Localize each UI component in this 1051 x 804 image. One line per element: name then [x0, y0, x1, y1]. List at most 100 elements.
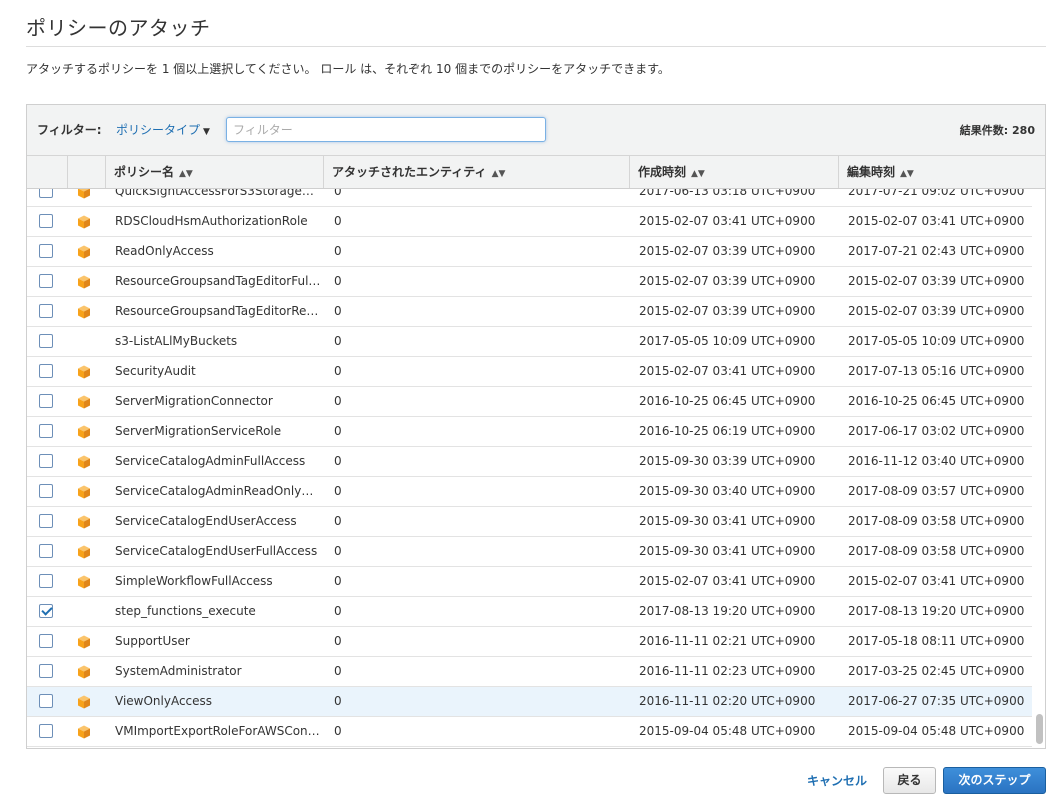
created-time: 2015-02-07 03:39 UTC+0900: [639, 304, 816, 318]
policy-name[interactable]: s3-ListALlMyBuckets: [115, 327, 321, 356]
table-row[interactable]: ServiceCatalogEndUserFullAccess 0 2015-09-…: [27, 537, 1032, 567]
policy-type-dropdown[interactable]: ポリシータイプ ▼: [116, 121, 210, 138]
attached-entities: 0: [334, 634, 342, 648]
table-row[interactable]: ResourceGroupsandTagEditorReadOnlyAccess…: [27, 297, 1032, 327]
column-header-attached-entities[interactable]: アタッチされたエンティティ ▲▼: [323, 156, 629, 188]
table-row[interactable]: SystemAdministrator 0 2016-11-11 02:23 UTC…: [27, 657, 1032, 687]
policy-name[interactable]: VMImportExportRoleForAWSConnector: [115, 717, 321, 746]
aws-cube-icon: [77, 395, 91, 409]
policy-name[interactable]: RDSCloudHsmAuthorizationRole: [115, 207, 321, 236]
table-scrollbar[interactable]: [1034, 189, 1043, 748]
row-checkbox[interactable]: [39, 424, 53, 438]
row-checkbox[interactable]: [39, 214, 53, 228]
aws-cube-icon: [77, 275, 91, 289]
policy-name[interactable]: SupportUser: [115, 627, 321, 656]
attached-entities: 0: [334, 214, 342, 228]
table-row[interactable]: ServerMigrationConnector 0 2016-10-25 06:4…: [27, 387, 1032, 417]
table-body[interactable]: QuickSightAccessForS3StorageManagementAn…: [27, 189, 1045, 748]
created-time: 2017-05-05 10:09 UTC+0900: [639, 334, 816, 348]
row-checkbox[interactable]: [39, 544, 53, 558]
table-row[interactable]: ReadOnlyAccess 0 2015-02-07 03:39 UTC+0900…: [27, 237, 1032, 267]
row-checkbox[interactable]: [39, 274, 53, 288]
row-checkbox[interactable]: [39, 454, 53, 468]
policy-name[interactable]: SimpleWorkflowFullAccess: [115, 567, 321, 596]
row-checkbox[interactable]: [39, 724, 53, 738]
created-time: 2015-09-30 03:40 UTC+0900: [639, 484, 816, 498]
row-checkbox[interactable]: [39, 664, 53, 678]
column-header-edited[interactable]: 編集時刻 ▲▼: [838, 156, 1045, 188]
attached-entities: 0: [334, 724, 342, 738]
policy-name[interactable]: ReadOnlyAccess: [115, 237, 321, 266]
edited-time: 2017-07-21 09:02 UTC+0900: [848, 189, 1025, 198]
policy-name[interactable]: ResourceGroupsandTagEditorReadOnlyAccess: [115, 297, 321, 326]
row-checkbox[interactable]: [39, 334, 53, 348]
policy-name[interactable]: ViewOnlyAccess: [115, 687, 321, 716]
policy-name[interactable]: ServiceCatalogEndUserAccess: [115, 507, 321, 536]
edited-time: 2016-11-12 03:40 UTC+0900: [848, 454, 1025, 468]
aws-cube-icon: [77, 575, 91, 589]
row-checkbox[interactable]: [39, 304, 53, 318]
edited-time: 2017-06-17 03:02 UTC+0900: [848, 424, 1025, 438]
cancel-link[interactable]: キャンセル: [807, 772, 867, 789]
table-row[interactable]: QuickSightAccessForS3StorageManagementAn…: [27, 189, 1032, 207]
row-checkbox[interactable]: [39, 694, 53, 708]
column-header-policy-name[interactable]: ポリシー名 ▲▼: [105, 156, 323, 188]
table-row[interactable]: ServerMigrationServiceRole 0 2016-10-25 06…: [27, 417, 1032, 447]
edited-time: 2015-02-07 03:41 UTC+0900: [848, 574, 1025, 588]
policy-name[interactable]: SecurityAudit: [115, 357, 321, 386]
edited-time: 2017-08-13 19:20 UTC+0900: [848, 604, 1025, 618]
next-step-button[interactable]: 次のステップ: [943, 767, 1046, 794]
column-header-created[interactable]: 作成時刻 ▲▼: [629, 156, 838, 188]
policy-name[interactable]: ResourceGroupsandTagEditorFullAccess: [115, 267, 321, 296]
table-row[interactable]: SupportUser 0 2016-11-11 02:21 UTC+0900 201…: [27, 627, 1032, 657]
created-time: 2017-08-13 19:20 UTC+0900: [639, 604, 816, 618]
page-title: ポリシーのアタッチ: [26, 16, 211, 40]
row-checkbox[interactable]: [39, 604, 53, 618]
sort-icon: ▲▼: [491, 169, 506, 179]
row-checkbox[interactable]: [39, 484, 53, 498]
table-row[interactable]: ResourceGroupsandTagEditorFullAccess 0 201…: [27, 267, 1032, 297]
row-checkbox[interactable]: [39, 189, 53, 198]
row-checkbox[interactable]: [39, 364, 53, 378]
back-button[interactable]: 戻る: [883, 767, 936, 794]
table-row[interactable]: RDSCloudHsmAuthorizationRole 0 2015-02-07 …: [27, 207, 1032, 237]
filter-label: フィルター:: [37, 123, 102, 137]
table-row[interactable]: ServiceCatalogAdminReadOnlyAccess 0 2015-0…: [27, 477, 1032, 507]
row-checkbox[interactable]: [39, 634, 53, 648]
policy-name[interactable]: ServerMigrationConnector: [115, 387, 321, 416]
row-checkbox[interactable]: [39, 574, 53, 588]
policy-name[interactable]: ServiceCatalogEndUserFullAccess: [115, 537, 321, 566]
policy-name[interactable]: SystemAdministrator: [115, 657, 321, 686]
created-time: 2015-02-07 03:41 UTC+0900: [639, 214, 816, 228]
policy-name[interactable]: step_functions_execute: [115, 597, 321, 626]
table-row[interactable]: SecurityAudit 0 2015-02-07 03:41 UTC+0900 2…: [27, 357, 1032, 387]
table-row[interactable]: s3-ListALlMyBuckets 0 2017-05-05 10:09 UTC…: [27, 327, 1032, 357]
table-header: ポリシー名 ▲▼ アタッチされたエンティティ ▲▼ 作成時刻 ▲▼ 編集時刻 ▲▼: [27, 156, 1045, 189]
policy-name[interactable]: ServerMigrationServiceRole: [115, 417, 321, 446]
scrollbar-thumb[interactable]: [1036, 714, 1043, 744]
policy-name[interactable]: ServiceCatalogAdminReadOnlyAccess: [115, 477, 321, 506]
table-row[interactable]: step_functions_execute 0 2017-08-13 19:20 …: [27, 597, 1032, 627]
aws-cube-icon: [77, 725, 91, 739]
row-checkbox[interactable]: [39, 244, 53, 258]
edited-time: 2015-02-07 03:39 UTC+0900: [848, 274, 1025, 288]
table-row[interactable]: ServiceCatalogAdminFullAccess 0 2015-09-30…: [27, 447, 1032, 477]
aws-cube-icon: [77, 365, 91, 379]
edited-time: 2017-08-09 03:57 UTC+0900: [848, 484, 1025, 498]
attached-entities: 0: [334, 424, 342, 438]
row-checkbox[interactable]: [39, 514, 53, 528]
filter-input[interactable]: [226, 117, 546, 142]
policy-type-label: ポリシータイプ: [116, 123, 201, 137]
row-checkbox[interactable]: [39, 394, 53, 408]
policy-name[interactable]: ServiceCatalogAdminFullAccess: [115, 447, 321, 476]
table-row[interactable]: VMImportExportRoleForAWSConnector 0 2015-0…: [27, 717, 1032, 747]
sort-icon: ▲▼: [179, 169, 193, 179]
table-row[interactable]: SimpleWorkflowFullAccess 0 2015-02-07 03:4…: [27, 567, 1032, 597]
aws-cube-icon: [77, 305, 91, 319]
attached-entities: 0: [334, 244, 342, 258]
table-row[interactable]: ServiceCatalogEndUserAccess 0 2015-09-30 0…: [27, 507, 1032, 537]
policy-name[interactable]: QuickSightAccessForS3StorageManagementAn…: [115, 189, 321, 206]
table-row[interactable]: ViewOnlyAccess 0 2016-11-11 02:20 UTC+0900…: [27, 687, 1032, 717]
created-time: 2015-09-04 05:48 UTC+0900: [639, 724, 816, 738]
edited-time: 2017-08-09 03:58 UTC+0900: [848, 544, 1025, 558]
